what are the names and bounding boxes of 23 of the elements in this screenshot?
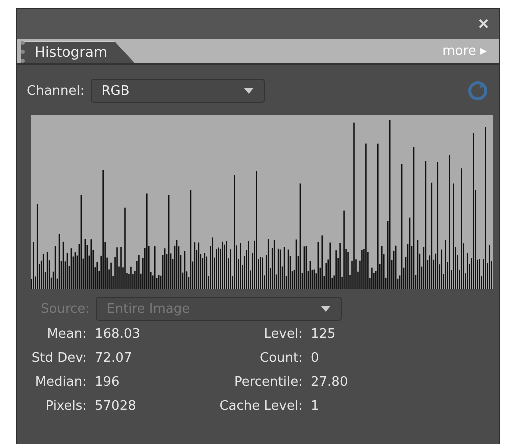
stat-label: Std Dev:	[30, 351, 87, 366]
caret-icon	[244, 88, 254, 94]
stat-label: Cache Level:	[218, 399, 303, 414]
stat-label: Pixels:	[44, 399, 87, 414]
stat-value: 27.80	[311, 375, 350, 390]
caret-icon	[321, 306, 332, 312]
stat-value: 0	[311, 351, 320, 366]
stat-label: Count:	[259, 351, 303, 366]
close-button[interactable]: ×	[474, 15, 493, 33]
stat-label: Mean:	[46, 327, 87, 342]
stat-value: 72.07	[95, 351, 134, 366]
refresh-icon[interactable]	[467, 80, 489, 102]
stat-label: Percentile:	[233, 375, 303, 390]
stat-value: 125	[311, 327, 337, 342]
stat-value: 1	[311, 399, 320, 414]
stat-label: Level:	[263, 327, 303, 342]
stat-label: Median:	[34, 375, 87, 390]
channel-dropdown[interactable]: RGB	[90, 79, 265, 103]
stat-value: 196	[95, 375, 121, 390]
stat-value: 168.03	[95, 327, 142, 342]
histogram-tab[interactable]: Histogram	[21, 41, 135, 63]
channel-label: Channel:	[27, 84, 85, 98]
stat-value: 57028	[95, 399, 138, 414]
